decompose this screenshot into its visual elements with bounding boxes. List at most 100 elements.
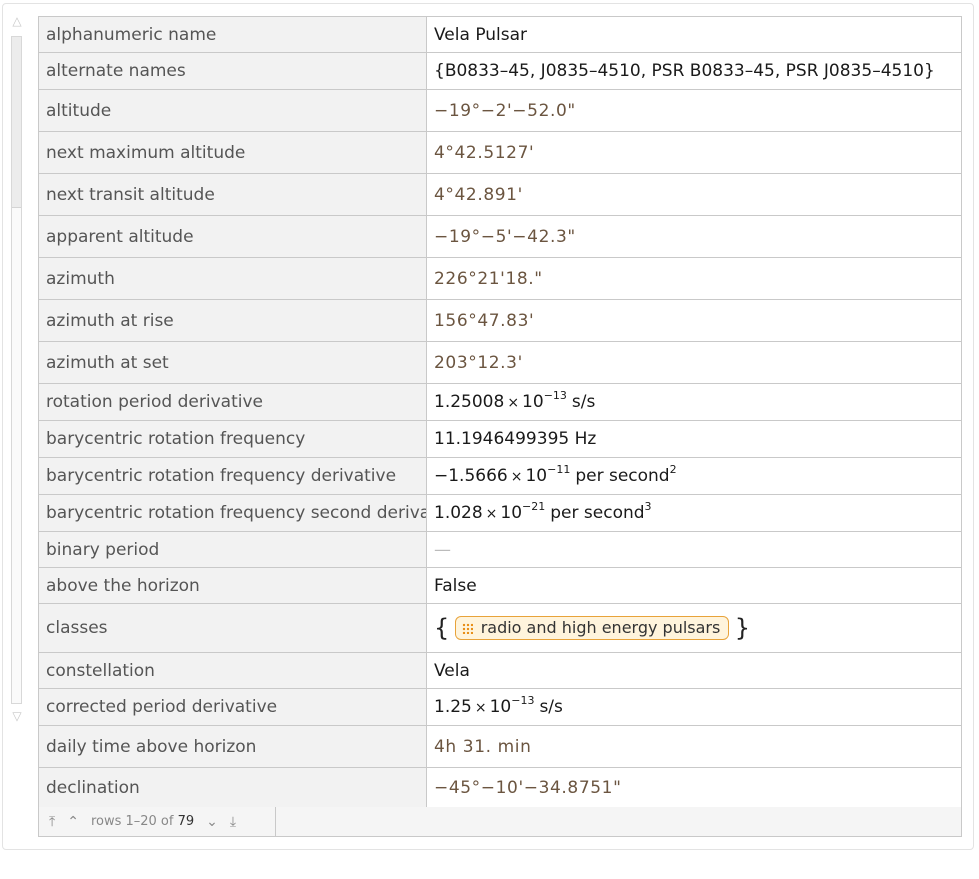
property-name: next maximum altitude [38,131,427,174]
scrollbar-thumb[interactable] [12,37,21,208]
exponent: −21 [522,500,546,514]
property-value: 4h 31. min [426,725,962,768]
property-value: — [426,531,962,568]
list-close-brace: } [734,614,751,642]
exponent: −13 [543,389,567,403]
property-name: azimuth at rise [38,299,427,342]
first-page-icon[interactable]: ⤒ [43,814,61,830]
property-name: azimuth at set [38,341,427,384]
table-row: apparent altitude −19°−5'−42.3" [38,215,962,258]
table-row: barycentric rotation frequency second de… [38,494,962,532]
times-sign: × [510,469,523,485]
property-name: binary period [38,531,427,568]
property-value: 226°21'18." [426,257,962,300]
property-value: Vela Pulsar [426,16,962,53]
vertical-scrollbar[interactable] [11,36,22,704]
table-row: rotation period derivative 1.25008 × 10−13 s… [38,383,962,421]
property-name: rotation period derivative [38,383,427,421]
table-row: daily time above horizon 4h 31. min [38,725,962,768]
exponent: −13 [511,694,535,708]
unit-exponent: 2 [669,463,677,477]
property-value: 4°42.891' [426,173,962,216]
table-row: constellation Vela [38,652,962,689]
property-name: above the horizon [38,567,427,604]
times-sign: × [474,700,487,716]
unit: s/s [571,392,596,412]
table-row: altitude −19°−2'−52.0" [38,89,962,132]
property-value: False [426,567,962,604]
property-value: −19°−2'−52.0" [426,89,962,132]
entity-class-icon [461,623,473,634]
table-row: alphanumeric name Vela Pulsar [38,16,962,53]
table-row: alternate names {B0833–45, J0835–4510, PS… [38,52,962,90]
property-grid: alphanumeric name Vela Pulsar alternate na… [38,16,962,809]
table-row: next transit altitude 4°42.891' [38,173,962,216]
table-row: azimuth at set 203°12.3' [38,341,962,384]
scroll-down-arrow-icon[interactable]: ▽ [10,709,24,723]
table-row: declination −45°−10'−34.8751" [38,767,962,809]
property-value: −45°−10'−34.8751" [426,767,962,809]
property-value: −19°−5'−42.3" [426,215,962,258]
table-row: barycentric rotation frequency 11.1946499… [38,420,962,458]
property-name: corrected period derivative [38,688,427,726]
pager-controls: ⤒ ⌃ rows 1–20 of 79 ⌄ ⤓ [39,807,276,836]
exponent-base: 10 [522,392,544,412]
unit-exponent: 3 [644,500,652,514]
property-value: {B0833–45, J0835–4510, PSR B0833–45, PSR… [426,52,962,90]
property-name: altitude [38,89,427,132]
scroll-up-arrow-icon[interactable]: △ [10,14,24,28]
table-row: corrected period derivative 1.25 × 10−13 s/s [38,688,962,726]
times-sign: × [485,506,498,522]
exponent: −11 [547,463,571,477]
property-name: alphanumeric name [38,16,427,53]
property-value: 203°12.3' [426,341,962,384]
property-name: barycentric rotation frequency derivativ… [38,457,427,495]
rows-range-label: rows 1–20 of 79 [90,814,195,829]
property-value: 1.25 × 10−13 s/s [426,688,962,726]
property-name: barycentric rotation frequency second de… [38,494,427,532]
property-name: barycentric rotation frequency [38,420,427,458]
property-name: alternate names [38,52,427,90]
entity-class-chip[interactable]: radio and high energy pulsars [454,616,730,640]
table-row: azimuth at rise 156°47.83' [38,299,962,342]
chip-label: radio and high energy pulsars [480,618,721,637]
previous-page-icon[interactable]: ⌃ [61,814,85,830]
unit: per second [575,466,670,486]
unit: s/s [539,697,563,717]
property-name: next transit altitude [38,173,427,216]
property-name: constellation [38,652,427,689]
unit: per second [550,503,645,523]
property-name: declination [38,767,427,809]
mantissa: 1.028 [434,503,483,523]
mantissa: 1.25008 [434,392,505,412]
table-row: azimuth 226°21'18." [38,257,962,300]
table-row: binary period — [38,531,962,568]
pager-bar: ⤒ ⌃ rows 1–20 of 79 ⌄ ⤓ [38,807,962,837]
property-value: −1.5666 × 10−11 per second2 [426,457,962,495]
property-name: daily time above horizon [38,725,427,768]
property-value: 4°42.5127' [426,131,962,174]
property-value: 11.1946499395 Hz [426,420,962,458]
property-name: azimuth [38,257,427,300]
exponent-base: 10 [489,697,512,717]
last-page-icon[interactable]: ⤓ [224,814,242,830]
table-row: next maximum altitude 4°42.5127' [38,131,962,174]
property-value: { radio and high energy pulsars } [426,603,962,653]
property-name: classes [38,603,427,653]
exponent-base: 10 [525,466,548,486]
property-value: 1.25008 × 10−13 s/s [426,383,962,421]
table-row: barycentric rotation frequency derivativ… [38,457,962,495]
times-sign: × [507,395,520,411]
table-row: above the horizon False [38,567,962,604]
property-name: apparent altitude [38,215,427,258]
property-value: Vela [426,652,962,689]
table-row: classes{ radio and high energy pulsars } [38,603,962,653]
next-page-icon[interactable]: ⌄ [200,814,224,830]
exponent-base: 10 [500,503,523,523]
mantissa: −1.5666 [434,466,508,486]
property-value: 1.028 × 10−21 per second3 [426,494,962,532]
list-open-brace: { [434,614,450,642]
property-value: 156°47.83' [426,299,962,342]
rows-total: 79 [177,814,195,829]
mantissa: 1.25 [434,697,472,717]
